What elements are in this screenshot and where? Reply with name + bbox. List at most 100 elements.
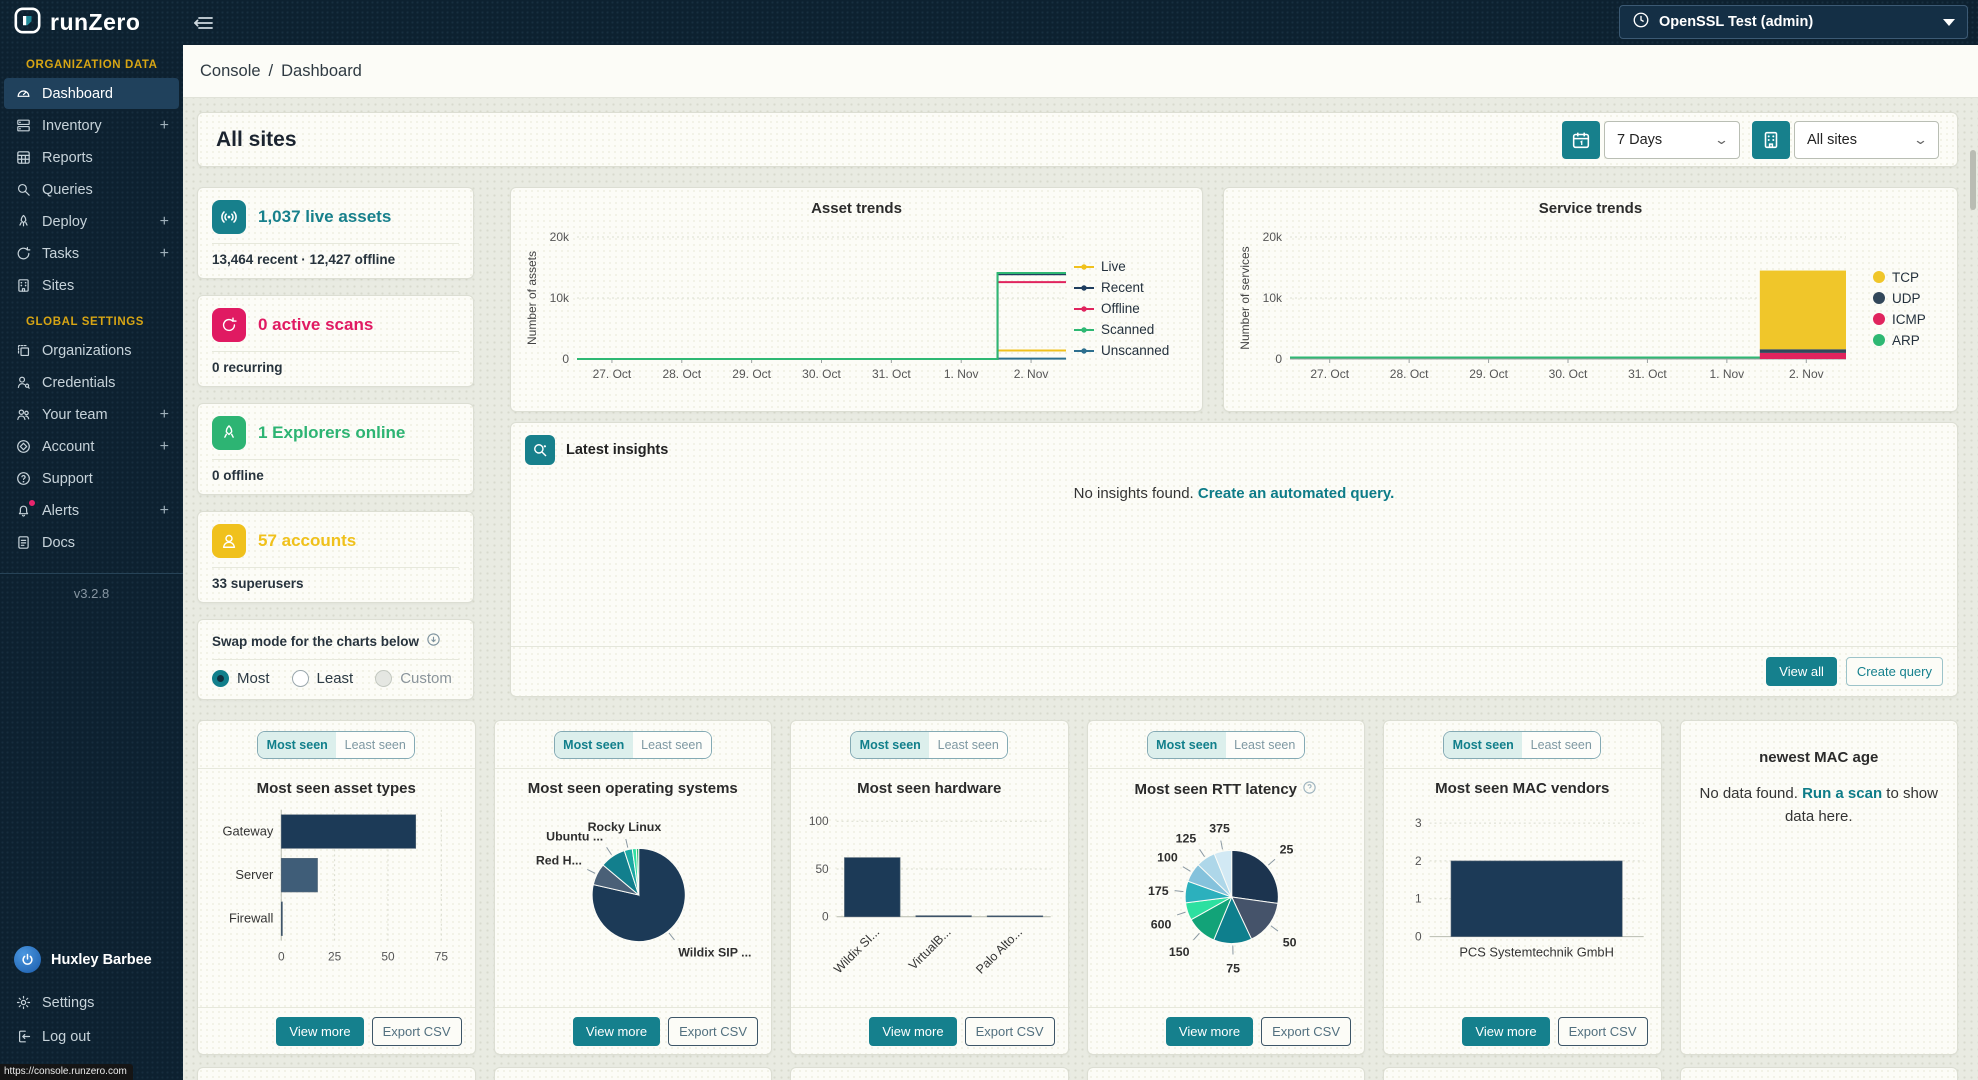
sidebar-item-support[interactable]: Support <box>4 463 179 494</box>
expand-plus-icon[interactable]: + <box>160 502 169 520</box>
swap-mode-radio-least[interactable]: Least <box>292 670 354 687</box>
chart-title: Most seen RTT latency <box>1088 780 1365 799</box>
sidebar-item-alerts[interactable]: Alerts+ <box>4 495 179 526</box>
info-circle-icon[interactable] <box>426 632 441 650</box>
main-area: Console / Dashboard All sites 7 Days ⌄ <box>183 45 1978 1080</box>
sidebar-item-settings[interactable]: Settings <box>4 986 179 1019</box>
legend-item[interactable]: Unscanned <box>1074 343 1178 358</box>
toggle-least-seen[interactable]: Least seen <box>1226 732 1304 758</box>
org-selector[interactable]: OpenSSL Test (admin) <box>1619 5 1968 39</box>
sidebar-item-sites[interactable]: Sites <box>4 270 179 301</box>
toggle-least-seen[interactable]: Least seen <box>336 732 414 758</box>
legend-item[interactable]: ARP <box>1873 333 1945 348</box>
sidebar-item-log-out[interactable]: Log out <box>4 1020 179 1053</box>
most-least-toggle[interactable]: Most seenLeast seen <box>554 731 712 759</box>
run-a-scan-link[interactable]: Run a scan <box>1802 785 1882 802</box>
status-bar-link: https://console.runzero.com <box>0 1064 133 1080</box>
svg-text:29. Oct: 29. Oct <box>1469 367 1508 381</box>
legend-item[interactable]: Offline <box>1074 301 1178 316</box>
view-more-button[interactable]: View more <box>869 1017 956 1046</box>
sidebar-collapse-button[interactable] <box>191 11 215 35</box>
toggle-most-seen[interactable]: Most seen <box>1444 732 1522 758</box>
sidebar-item-tasks[interactable]: Tasks + <box>4 238 179 269</box>
view-more-button[interactable]: View more <box>276 1017 363 1046</box>
user-menu[interactable]: Huxley Barbee <box>0 940 183 985</box>
expand-plus-icon[interactable]: + <box>160 406 169 424</box>
radio-icon <box>375 670 392 687</box>
asset-types-card: Most seenLeast seenMost seen asset types… <box>197 720 476 1055</box>
help-circle-icon[interactable] <box>1302 780 1317 799</box>
stat-headline[interactable]: 0 active scans <box>258 315 373 335</box>
sidebar-item-reports[interactable]: Reports <box>4 142 179 173</box>
sidebar-item-credentials[interactable]: Credentials <box>4 367 179 398</box>
service-trends-title: Service trends <box>1236 200 1945 217</box>
site-filter-select[interactable]: All sites ⌄ <box>1752 121 1939 159</box>
toggle-most-seen[interactable]: Most seen <box>851 732 929 758</box>
toggle-most-seen[interactable]: Most seen <box>555 732 633 758</box>
scrollbar-thumb[interactable] <box>1970 150 1976 210</box>
view-all-button[interactable]: View all <box>1766 657 1837 686</box>
expand-plus-icon[interactable]: + <box>160 438 169 456</box>
stat-headline[interactable]: 57 accounts <box>258 531 356 551</box>
view-more-button[interactable]: View more <box>1166 1017 1253 1046</box>
svg-text:29. Oct: 29. Oct <box>732 367 771 381</box>
view-more-button[interactable]: View more <box>573 1017 660 1046</box>
accounts-icon <box>212 524 246 558</box>
most-least-toggle[interactable]: Most seenLeast seen <box>1147 731 1305 759</box>
stat-headline[interactable]: 1,037 live assets <box>258 207 391 227</box>
svg-text:375: 375 <box>1209 822 1230 836</box>
asset-trends-card: Asset trends 010k20k27. Oct28. Oct29. Oc… <box>510 187 1203 412</box>
sidebar-item-inventory[interactable]: Inventory+ <box>4 110 179 141</box>
swap-mode-radio-most[interactable]: Most <box>212 670 270 687</box>
sidebar-nav: ORGANIZATION DATADashboardInventory+Repo… <box>0 45 183 559</box>
svg-text:25: 25 <box>1279 842 1293 856</box>
radio-label: Most <box>237 670 270 687</box>
brand-logo[interactable]: runZero <box>0 7 183 39</box>
view-more-button[interactable]: View more <box>1462 1017 1549 1046</box>
sidebar-item-organizations[interactable]: Organizations <box>4 335 179 366</box>
create-query-button[interactable]: Create query <box>1846 657 1943 686</box>
sidebar-item-your-team[interactable]: Your team+ <box>4 399 179 430</box>
stat-subtext: 33 superusers <box>212 576 459 591</box>
export-csv-button[interactable]: Export CSV <box>1558 1017 1648 1046</box>
svg-text:50: 50 <box>815 862 829 876</box>
legend-item[interactable]: ICMP <box>1873 312 1945 327</box>
sidebar-item-deploy[interactable]: Deploy+ <box>4 206 179 237</box>
account-icon <box>14 438 32 456</box>
sidebar-item-label: Tasks <box>42 246 79 262</box>
toggle-least-seen[interactable]: Least seen <box>929 732 1007 758</box>
legend-item[interactable]: Live <box>1074 259 1178 274</box>
swap-mode-radio-custom[interactable]: Custom <box>375 670 452 687</box>
export-csv-button[interactable]: Export CSV <box>372 1017 462 1046</box>
most-least-toggle[interactable]: Most seenLeast seen <box>850 731 1008 759</box>
toggle-most-seen[interactable]: Most seen <box>258 732 336 758</box>
legend-item[interactable]: TCP <box>1873 270 1945 285</box>
sidebar-item-dashboard[interactable]: Dashboard <box>4 78 179 109</box>
create-automated-query-link[interactable]: Create an automated query. <box>1198 485 1394 502</box>
alert-badge-dot <box>28 499 36 507</box>
export-csv-button[interactable]: Export CSV <box>965 1017 1055 1046</box>
expand-plus-icon[interactable]: + <box>160 245 169 263</box>
toggle-least-seen[interactable]: Least seen <box>1522 732 1600 758</box>
stat-headline[interactable]: 1 Explorers online <box>258 423 405 443</box>
chart-title: Most seen hardware <box>791 780 1068 797</box>
most-least-toggle[interactable]: Most seenLeast seen <box>257 731 415 759</box>
building-icon <box>1752 121 1790 159</box>
insights-title: Latest insights <box>566 442 668 458</box>
sidebar-item-account[interactable]: Account+ <box>4 431 179 462</box>
toggle-least-seen[interactable]: Least seen <box>633 732 711 758</box>
export-csv-button[interactable]: Export CSV <box>1261 1017 1351 1046</box>
sidebar-item-queries[interactable]: Queries <box>4 174 179 205</box>
most-least-toggle[interactable]: Most seenLeast seen <box>1443 731 1601 759</box>
legend-item[interactable]: UDP <box>1873 291 1945 306</box>
export-csv-button[interactable]: Export CSV <box>668 1017 758 1046</box>
chart-title: Most seen operating systems <box>495 780 772 797</box>
toggle-most-seen[interactable]: Most seen <box>1148 732 1226 758</box>
sidebar-item-docs[interactable]: Docs <box>4 527 179 558</box>
legend-item[interactable]: Recent <box>1074 280 1178 295</box>
date-range-select[interactable]: 7 Days ⌄ <box>1562 121 1740 159</box>
expand-plus-icon[interactable]: + <box>160 117 169 135</box>
legend-item[interactable]: Scanned <box>1074 322 1178 337</box>
expand-plus-icon[interactable]: + <box>160 213 169 231</box>
breadcrumb-console[interactable]: Console <box>200 62 261 81</box>
